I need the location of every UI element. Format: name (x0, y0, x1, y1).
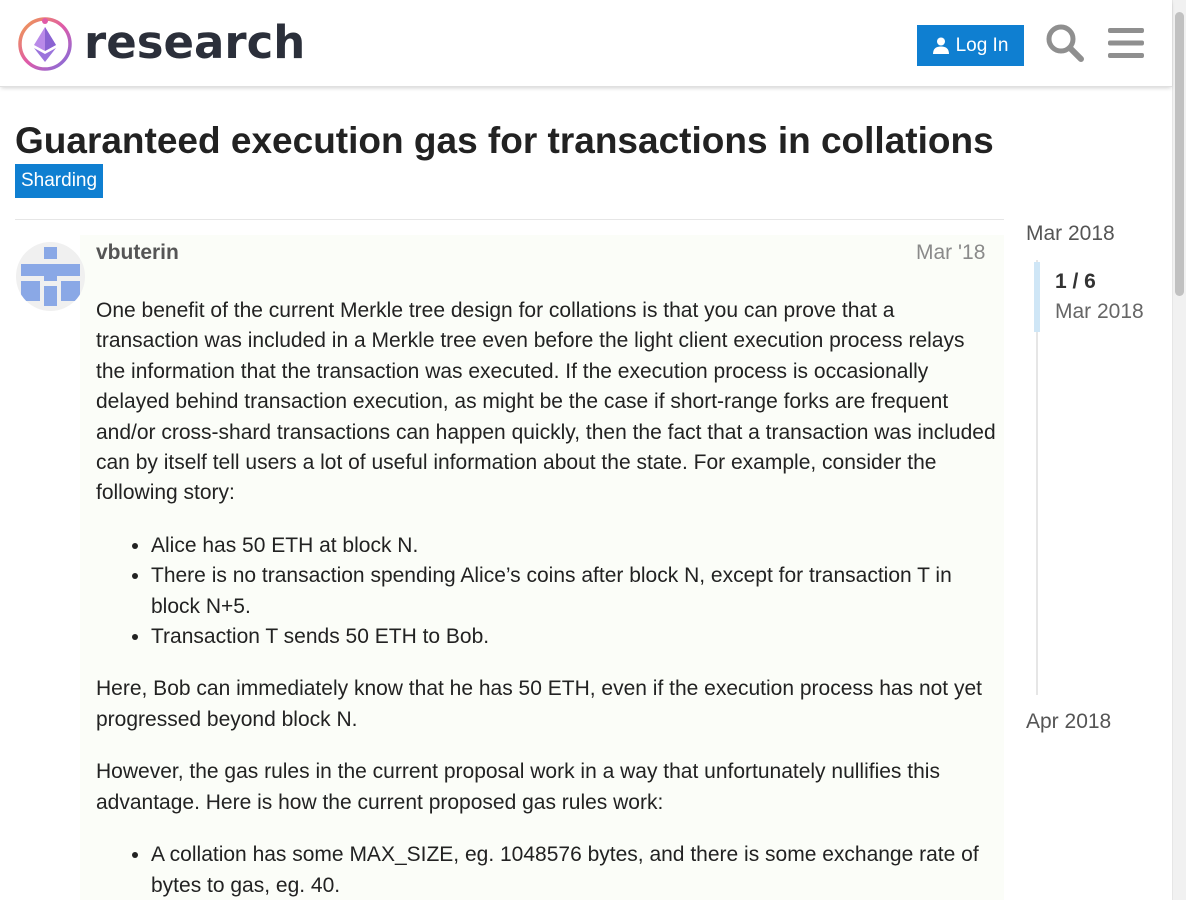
list-item: A collation has some MAX_SIZE, eg. 10485… (151, 840, 996, 900)
site-header: research Log In (0, 0, 1172, 87)
timeline-position: 1 / 6 (1055, 270, 1096, 293)
timeline-scroll-handle[interactable] (1034, 262, 1040, 332)
search-icon (1046, 24, 1084, 62)
timeline-start-date[interactable]: Mar 2018 (1026, 220, 1115, 248)
list-item: Transaction T sends 50 ETH to Bob. (151, 622, 996, 652)
category-badge[interactable]: Sharding (15, 164, 104, 198)
post-paragraph: However, the gas rules in the current pr… (96, 760, 940, 814)
post-username[interactable]: vbuterin (96, 239, 179, 267)
page-scrollbar[interactable] (1172, 0, 1186, 900)
gas-rules-list: A collation has some MAX_SIZE, eg. 10485… (151, 840, 996, 900)
list-item: There is no transaction spending Alice’s… (151, 561, 996, 622)
search-button[interactable] (1042, 20, 1088, 66)
post-paragraph: Here, Bob can immediately know that he h… (96, 677, 982, 731)
user-icon (932, 37, 949, 54)
timeline-end-date[interactable]: Apr 2018 (1026, 708, 1111, 736)
topic-title[interactable]: Guaranteed execution gas for transaction… (15, 119, 994, 163)
hamburger-menu-icon (1108, 28, 1144, 58)
post-content: One benefit of the current Merkle tree d… (96, 296, 996, 900)
timeline-position-date: Mar 2018 (1055, 300, 1144, 323)
login-button[interactable]: Log In (917, 25, 1024, 66)
list-item: Alice has 50 ETH at block N. (151, 531, 996, 561)
post-paragraph: One benefit of the current Merkle tree d… (96, 299, 996, 505)
research-logo-icon (18, 17, 72, 71)
login-label: Log In (955, 34, 1009, 56)
scrollbar-thumb[interactable] (1175, 12, 1184, 296)
avatar[interactable] (16, 242, 85, 311)
site-name: research (84, 16, 306, 69)
hamburger-menu-button[interactable] (1103, 20, 1149, 66)
post-divider (15, 219, 1004, 220)
story-list: Alice has 50 ETH at block N. There is no… (151, 531, 996, 653)
post-date[interactable]: Mar '18 (916, 239, 985, 267)
